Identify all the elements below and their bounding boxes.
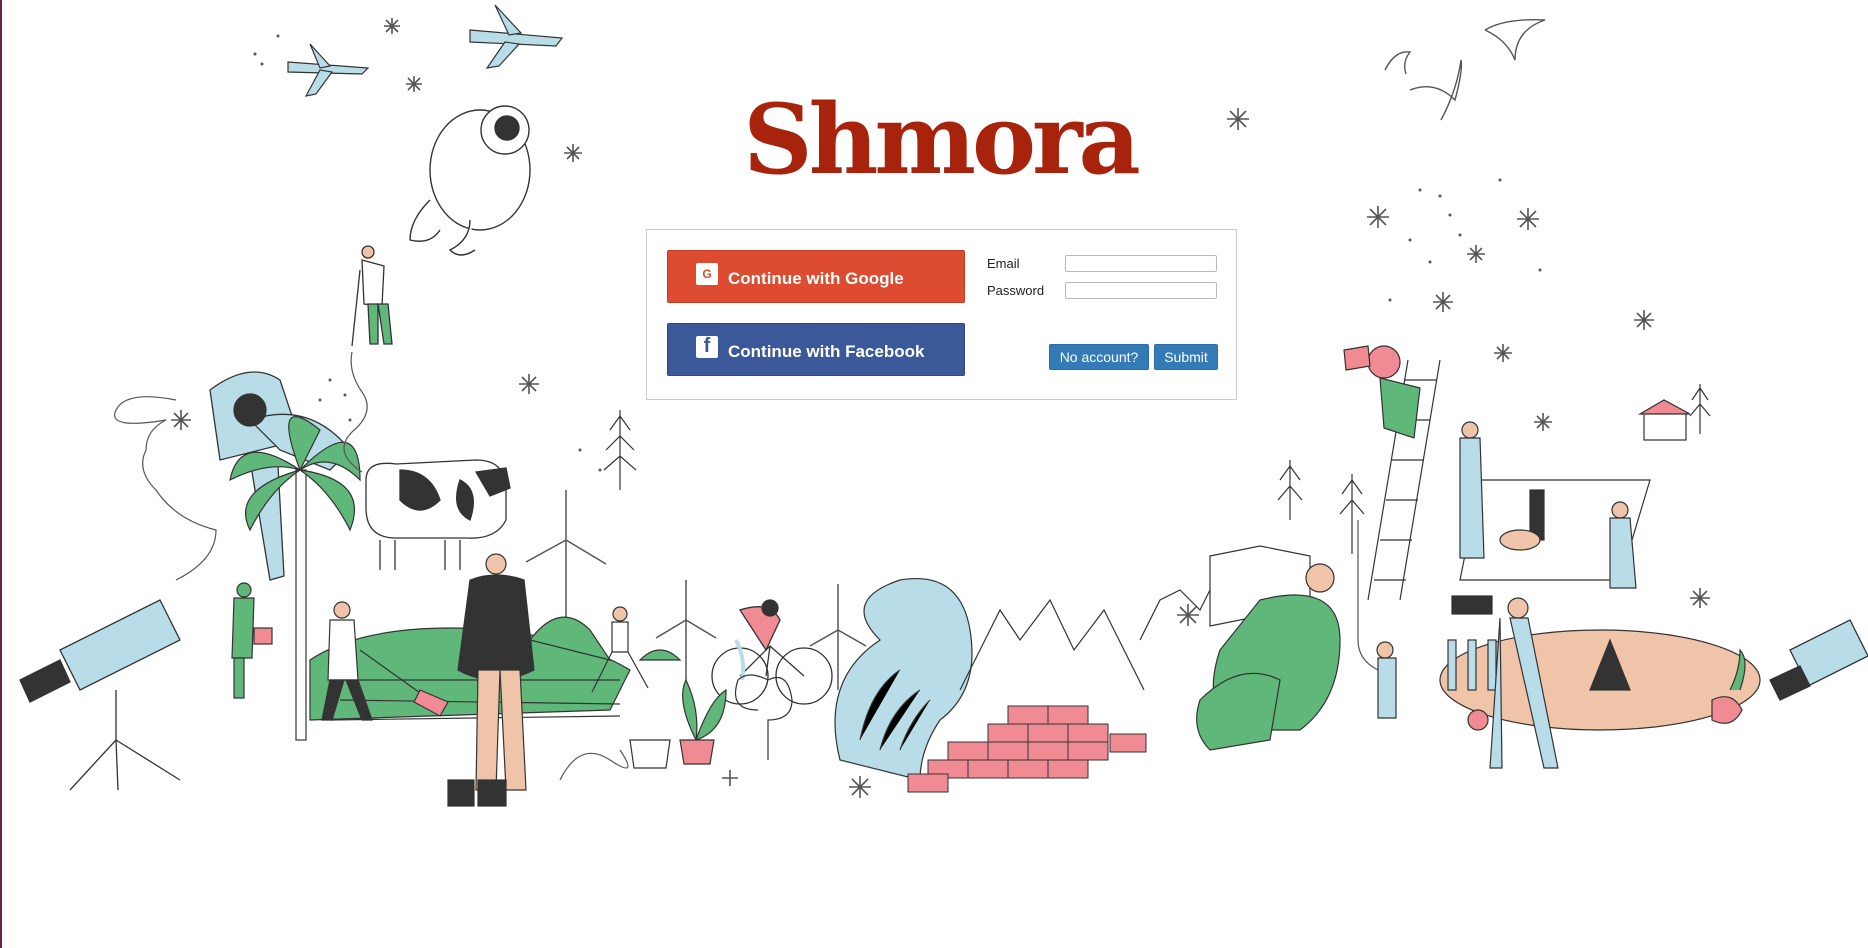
bricks-illustration	[907, 705, 1147, 793]
reader-illustration	[1196, 545, 1341, 751]
continue-with-facebook-button[interactable]: f Continue with Facebook	[667, 323, 965, 376]
lab-illustration	[1376, 595, 1761, 769]
facebook-button-label: Continue with Facebook	[728, 341, 925, 361]
house-illustration	[1637, 399, 1691, 441]
google-icon: G	[696, 262, 718, 285]
email-label: Email	[987, 256, 1020, 271]
bird-icons	[1384, 19, 1546, 121]
golfer-illustration	[351, 245, 393, 347]
gardener-illustration	[231, 582, 273, 699]
google-button-label: Continue with Google	[728, 268, 904, 288]
astronaut-illustration	[409, 105, 531, 256]
facebook-icon: f	[696, 335, 718, 358]
continue-with-google-button[interactable]: G Continue with Google	[667, 250, 965, 303]
kitchen-illustration	[1459, 421, 1651, 589]
password-field[interactable]	[1065, 282, 1217, 299]
login-page: Shmora G Continue with Google f Continue…	[0, 0, 1868, 948]
no-account-button[interactable]: No account?	[1049, 344, 1149, 370]
submit-button[interactable]: Submit	[1154, 344, 1218, 370]
mountains-illustration	[959, 579, 1231, 691]
password-label: Password	[987, 283, 1045, 298]
email-field[interactable]	[1065, 255, 1217, 272]
cyclist-illustration	[711, 599, 833, 705]
app-logo: Shmora	[743, 83, 1141, 196]
cow-illustration	[365, 459, 511, 570]
airplane-icons	[287, 4, 564, 97]
login-panel: G Continue with Google f Continue with F…	[646, 229, 1237, 400]
plant-illustration	[629, 678, 727, 769]
